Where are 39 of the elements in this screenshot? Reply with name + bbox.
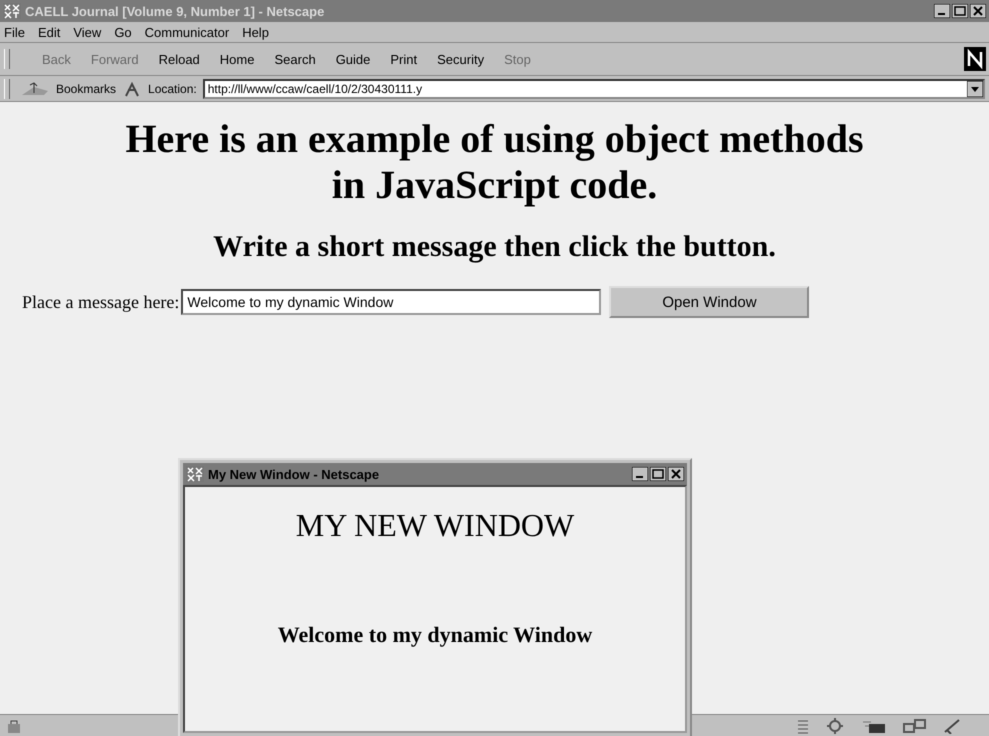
toolbar-button[interactable]: Home <box>210 52 264 66</box>
page-subheading: Write a short message then click the button. <box>213 230 776 264</box>
maximize-icon[interactable] <box>952 4 968 18</box>
page-heading: Here is an example of using object methods in JavaScript code. <box>124 116 864 208</box>
toolbar-button[interactable]: Search <box>264 52 326 66</box>
menu-item[interactable]: Help <box>242 24 269 40</box>
minimize-icon[interactable] <box>632 467 648 481</box>
minimize-icon[interactable] <box>934 4 950 18</box>
chat-icon[interactable] <box>903 718 927 734</box>
toolbar-grip[interactable] <box>4 49 10 69</box>
menu-item[interactable]: File <box>4 24 25 40</box>
menu-item[interactable]: Go <box>114 24 132 40</box>
list-icon[interactable] <box>797 718 809 734</box>
open-window-button[interactable]: Open Window <box>609 286 810 318</box>
popup-heading: MY NEW WINDOW <box>296 507 574 544</box>
toolbar-button[interactable]: Reload <box>148 52 210 66</box>
maximize-icon[interactable] <box>650 467 666 481</box>
message-field[interactable]: Welcome to my dynamic Window <box>181 289 602 315</box>
menu-item[interactable]: Communicator <box>144 24 230 40</box>
menu-item[interactable]: View <box>73 24 102 40</box>
toolbar-button[interactable]: Guide <box>326 52 380 66</box>
app-icon <box>186 466 204 482</box>
popup-title: My New Window - Netscape <box>208 466 380 482</box>
window-title: CAELL Journal [Volume 9, Number 1] - Netscape <box>25 4 326 18</box>
dropdown-icon[interactable] <box>967 80 983 96</box>
close-icon[interactable] <box>970 4 986 18</box>
menu-item[interactable]: Edit <box>38 24 60 40</box>
app-icon <box>3 3 21 19</box>
address-field[interactable]: http://ll/www/ccaw/caell/10/2/30430111.y <box>202 78 985 98</box>
bookmarks-button[interactable]: Bookmarks <box>56 82 116 96</box>
browser-logo <box>964 47 986 71</box>
toolbar-button[interactable]: Security <box>427 52 494 66</box>
close-icon[interactable] <box>668 467 684 481</box>
toolbar-button[interactable]: Print <box>380 52 428 66</box>
bookmark-icon[interactable] <box>20 80 50 96</box>
toolbar-grip[interactable] <box>4 78 10 98</box>
location-label: Location: <box>148 82 197 96</box>
popup-message: Welcome to my dynamic Window <box>278 622 592 648</box>
field-label: Place a message here: <box>22 292 180 312</box>
